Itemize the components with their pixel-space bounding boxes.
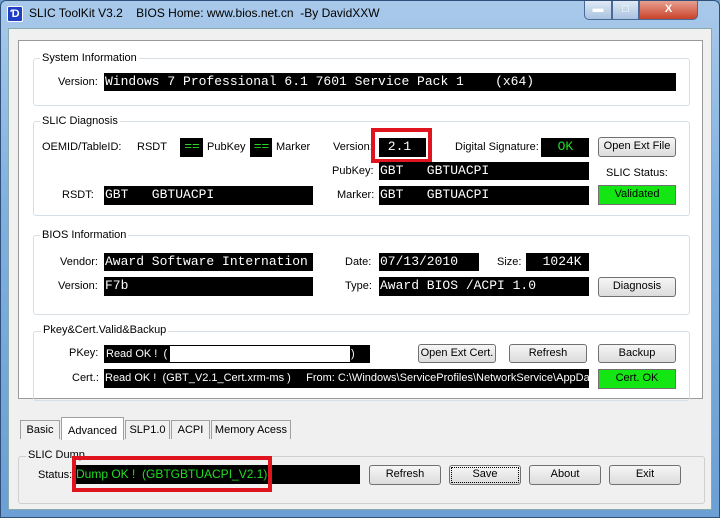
match-indicator: ==: [180, 138, 203, 157]
pkey-suffix: ): [351, 348, 355, 360]
slic-status-button[interactable]: Validated: [598, 185, 676, 205]
match-indicator: ==: [250, 138, 272, 157]
pkey-label: PKey:: [69, 347, 99, 359]
pubkey-field: GBT GBTUACPI: [379, 162, 589, 180]
title-bar[interactable]: Ɗ SLIC ToolKit V3.2 BIOS Home: www.bios.…: [0, 0, 720, 28]
vendor-label: Vendor:: [60, 256, 98, 268]
os-version-field: Windows 7 Professional 6.1 7601 Service …: [104, 73, 676, 91]
marker-field: GBT GBTUACPI: [379, 186, 589, 205]
tab-acpi[interactable]: ACPI: [171, 420, 210, 439]
group-title: System Information: [40, 52, 139, 64]
slic-version-label: Version:: [333, 141, 373, 153]
oemid-label: OEMID/TableID:: [42, 141, 122, 153]
group-title: BIOS Information: [40, 229, 129, 241]
group-title: SLIC Diagnosis: [40, 115, 120, 127]
rsdt-tag: RSDT: [137, 141, 167, 153]
bios-version-label: Version:: [58, 280, 98, 292]
slic-status-label: SLIC Status:: [606, 167, 668, 179]
digital-signature-label: Digital Signature:: [455, 141, 539, 153]
backup-button[interactable]: Backup: [598, 344, 676, 363]
tab-slp1-0[interactable]: SLP1.0: [125, 420, 170, 439]
marker-tag: Marker: [276, 141, 311, 153]
pkey-redacted: [170, 346, 350, 362]
window-title: SLIC ToolKit V3.2 BIOS Home: www.bios.ne…: [29, 6, 380, 20]
highlight-box: [72, 456, 272, 492]
size-field: 1024K: [526, 253, 589, 271]
vendor-field: Award Software Internation: [104, 253, 313, 271]
save-button[interactable]: Save: [449, 465, 521, 485]
rsdt-label: RSDT:: [62, 189, 94, 201]
minimize-icon[interactable]: ▬: [584, 1, 612, 20]
cert-field: Read OK ! (GBT_V2.1_Cert.xrm-ms ) From: …: [104, 369, 589, 388]
highlight-box: [371, 128, 432, 163]
marker-label: Marker:: [337, 189, 375, 201]
status-label: Status:: [38, 469, 73, 481]
pkey-prefix: Read OK ! (: [106, 348, 168, 360]
type-label: Type:: [345, 280, 372, 292]
pubkey-label: PubKey:: [332, 165, 374, 177]
maximize-icon[interactable]: □: [612, 1, 639, 20]
date-field: 07/13/2010: [379, 253, 479, 271]
refresh-button[interactable]: Refresh: [509, 344, 587, 363]
pkey-field: Read OK ! ( ): [104, 345, 370, 363]
pkey-cert-group: [33, 331, 690, 401]
bios-information-group: [33, 235, 690, 315]
date-label: Date:: [345, 256, 372, 268]
exit-button[interactable]: Exit: [609, 465, 681, 485]
tab-advanced[interactable]: Advanced: [61, 417, 124, 440]
size-label: Size:: [497, 256, 522, 268]
pubkey-tag: PubKey: [207, 141, 246, 153]
tab-memory-acess[interactable]: Memory Acess: [211, 420, 291, 439]
type-field: Award BIOS /ACPI 1.0: [379, 277, 589, 296]
close-icon[interactable]: X: [639, 1, 698, 20]
open-ext-file-button[interactable]: Open Ext File: [598, 137, 676, 157]
bios-version-field: F7b: [104, 277, 313, 296]
about-button[interactable]: About: [529, 465, 601, 485]
cert-ok-button[interactable]: Cert. OK: [598, 369, 676, 389]
diagnosis-button[interactable]: Diagnosis: [598, 277, 676, 297]
digital-signature-field: OK: [541, 138, 589, 157]
dump-refresh-button[interactable]: Refresh: [369, 465, 441, 485]
open-ext-cert-button[interactable]: Open Ext Cert.: [418, 344, 496, 363]
tab-basic[interactable]: Basic: [20, 420, 60, 439]
cert-label: Cert.:: [72, 372, 99, 384]
version-label: Version:: [58, 76, 98, 88]
app-icon: Ɗ: [7, 6, 23, 22]
rsdt-field: GBT GBTUACPI: [104, 186, 313, 205]
group-title: Pkey&Cert.Valid&Backup: [41, 324, 169, 336]
